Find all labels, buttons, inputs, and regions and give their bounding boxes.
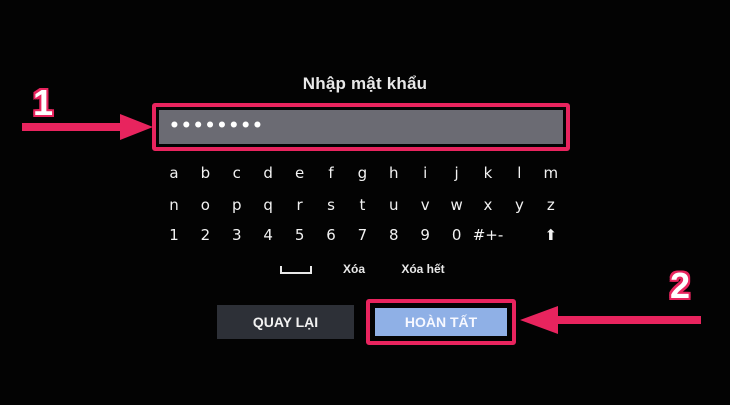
- key-p[interactable]: p: [223, 192, 251, 218]
- key-j[interactable]: j: [443, 160, 471, 186]
- key-2[interactable]: 2: [191, 222, 219, 248]
- key-f[interactable]: f: [317, 160, 345, 186]
- key-shift[interactable]: ⬆: [537, 222, 565, 248]
- key-g[interactable]: g: [348, 160, 376, 186]
- key-5[interactable]: 5: [286, 222, 314, 248]
- key-7[interactable]: 7: [348, 222, 376, 248]
- step-2-label: 2: [670, 265, 691, 306]
- arrow-left-icon: [520, 306, 701, 334]
- key-c[interactable]: c: [223, 160, 251, 186]
- delete-key[interactable]: Xóa: [334, 256, 374, 282]
- key-m[interactable]: m: [537, 160, 565, 186]
- key-i[interactable]: i: [411, 160, 439, 186]
- key-z[interactable]: z: [537, 192, 565, 218]
- password-input[interactable]: ••••••••: [159, 110, 563, 144]
- password-field-highlight: ••••••••: [152, 103, 570, 151]
- key-q[interactable]: q: [254, 192, 282, 218]
- key-0[interactable]: 0: [443, 222, 471, 248]
- space-key[interactable]: [280, 265, 312, 275]
- key-9[interactable]: 9: [411, 222, 439, 248]
- key-e[interactable]: e: [286, 160, 314, 186]
- key-t[interactable]: t: [348, 192, 376, 218]
- back-button[interactable]: QUAY LẠI: [217, 305, 354, 339]
- key-u[interactable]: u: [380, 192, 408, 218]
- key-v[interactable]: v: [411, 192, 439, 218]
- dialog-title: Nhập mật khẩu: [302, 74, 428, 93]
- delete-all-key[interactable]: Xóa hết: [392, 256, 454, 282]
- key-l[interactable]: l: [505, 160, 533, 186]
- done-button-highlight: HOÀN TẤT: [366, 299, 516, 345]
- done-button[interactable]: HOÀN TẤT: [375, 308, 507, 336]
- key-4[interactable]: 4: [254, 222, 282, 248]
- key-o[interactable]: o: [191, 192, 219, 218]
- key-1[interactable]: 1: [160, 222, 188, 248]
- key-k[interactable]: k: [474, 160, 502, 186]
- key-3[interactable]: 3: [223, 222, 251, 248]
- arrow-right-icon: [22, 114, 153, 140]
- key-r[interactable]: r: [286, 192, 314, 218]
- space-bar-icon: [280, 266, 312, 274]
- key-w[interactable]: w: [443, 192, 471, 218]
- key-n[interactable]: n: [160, 192, 188, 218]
- key-d[interactable]: d: [254, 160, 282, 186]
- key-h[interactable]: h: [380, 160, 408, 186]
- key-b[interactable]: b: [191, 160, 219, 186]
- key-y[interactable]: y: [505, 192, 533, 218]
- key-s[interactable]: s: [317, 192, 345, 218]
- key-a[interactable]: a: [160, 160, 188, 186]
- key-symbols[interactable]: #+-: [470, 222, 506, 248]
- tv-password-screen: Nhập mật khẩu •••••••• abcdefghijklm nop…: [0, 0, 730, 405]
- key-8[interactable]: 8: [380, 222, 408, 248]
- key-6[interactable]: 6: [317, 222, 345, 248]
- key-x[interactable]: x: [474, 192, 502, 218]
